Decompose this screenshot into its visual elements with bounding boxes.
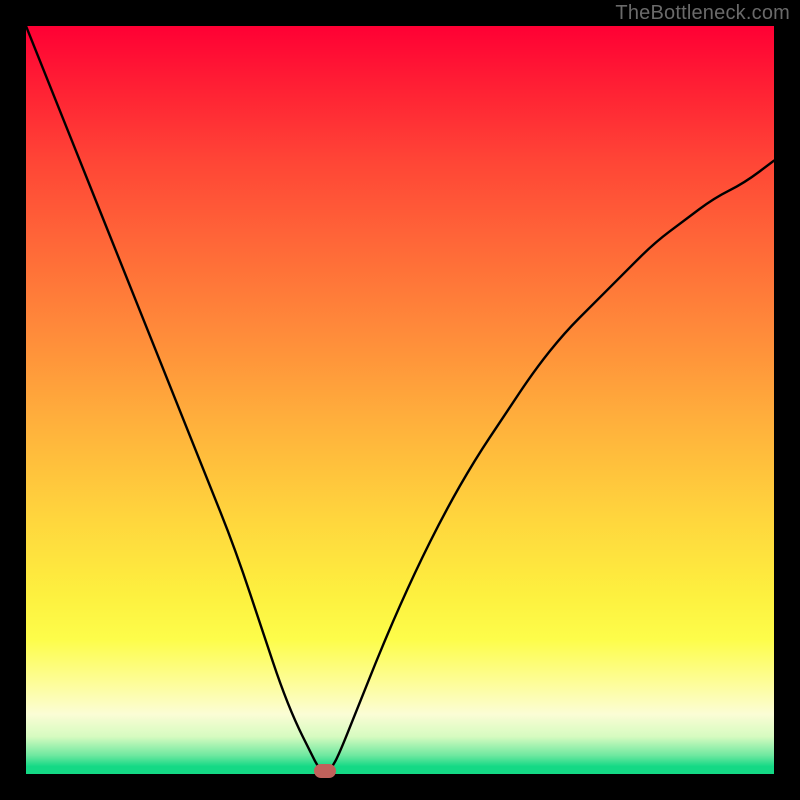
bottleneck-curve [26, 26, 774, 774]
minimum-marker [314, 764, 336, 778]
plot-area [26, 26, 774, 774]
watermark-text: TheBottleneck.com [615, 2, 790, 25]
chart-frame: TheBottleneck.com [0, 0, 800, 800]
